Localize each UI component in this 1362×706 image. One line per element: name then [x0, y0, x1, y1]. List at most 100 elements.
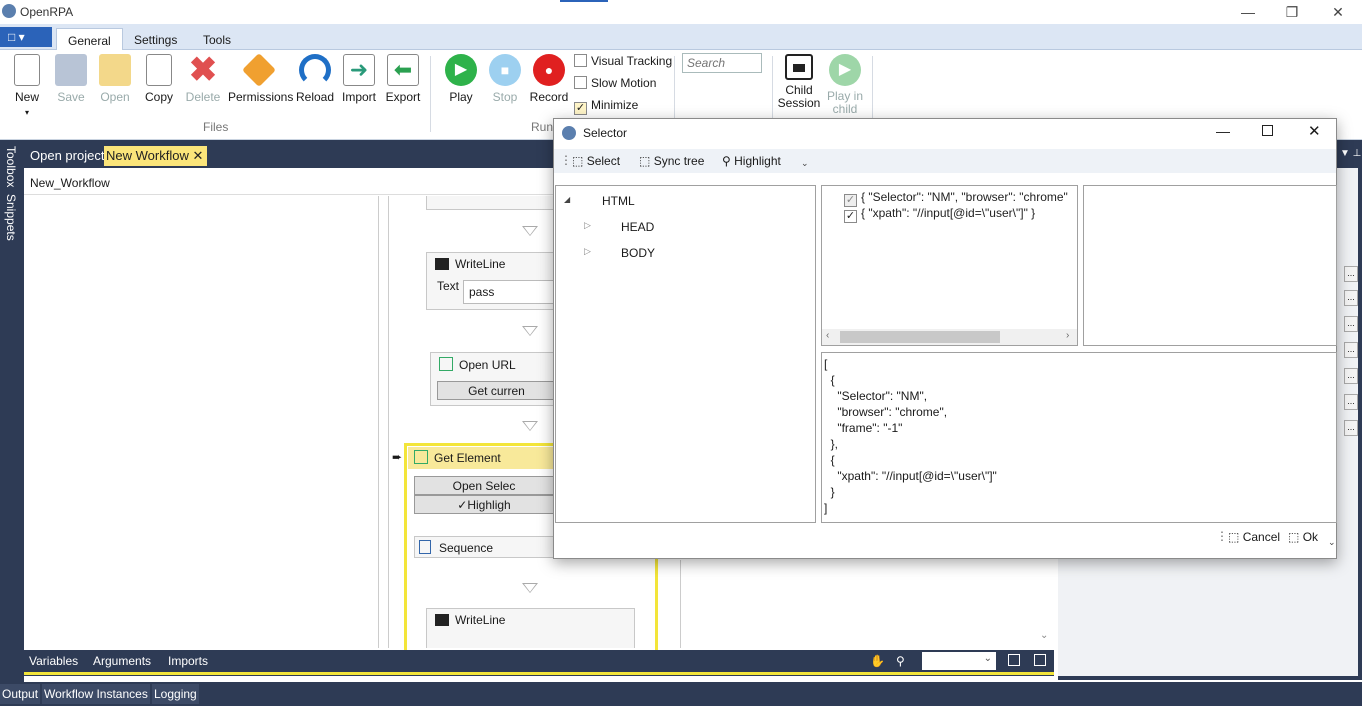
child-session-button[interactable]: Child Session [776, 54, 822, 110]
minimize-icon[interactable]: — [1226, 2, 1270, 22]
property-ellipsis-button[interactable]: ... [1344, 316, 1358, 332]
copy-button[interactable]: Copy [136, 54, 182, 104]
snippets-tab[interactable]: Snippets [4, 194, 18, 241]
export-button[interactable]: ⬅ Export [380, 54, 426, 104]
play-button[interactable]: ▶ Play [438, 54, 484, 104]
copy-icon [146, 54, 172, 86]
group-files-label: Files [203, 120, 229, 134]
ok-button[interactable]: ⬚ Ok [1288, 530, 1318, 544]
close-tab-icon[interactable]: ✕ [192, 148, 203, 163]
new-button[interactable]: New ▾ [4, 54, 50, 118]
zoom-icon[interactable]: ⚲ [896, 654, 905, 668]
stop-button[interactable]: ■ Stop [482, 54, 528, 104]
highlight-button[interactable]: ⚲ Highlight [722, 154, 781, 168]
minimize-checkbox[interactable]: ✓ Minimize [574, 98, 638, 115]
play-child-icon: ▶ [829, 54, 861, 86]
tree-collapsed-icon[interactable]: ▷ [584, 220, 591, 231]
property-ellipsis-button[interactable]: ... [1344, 342, 1358, 358]
select-button[interactable]: ⬚ Select [572, 154, 620, 168]
canvas-guide-line [680, 560, 681, 648]
scroll-left-icon[interactable]: ‹ [826, 330, 829, 341]
pan-hand-icon[interactable]: ✋ [870, 654, 885, 668]
selector-json-text: [ { "Selector": "NM", "browser": "chrome… [824, 357, 997, 515]
dialog-close-icon[interactable]: ✕ [1308, 122, 1321, 140]
sequence-activity[interactable]: Sequence [414, 536, 554, 558]
group-run-label: Run [531, 120, 554, 134]
fit-to-screen-icon[interactable] [1008, 654, 1020, 666]
property-ellipsis-button[interactable]: ... [1344, 420, 1358, 436]
variables-tab[interactable]: Variables [29, 654, 78, 668]
search-input[interactable] [682, 53, 762, 73]
scroll-right-icon[interactable]: › [1066, 330, 1069, 341]
toolbox-tab[interactable]: Toolbox [4, 146, 18, 187]
app-menu-button[interactable]: □ ▾ [0, 27, 52, 47]
cancel-button[interactable]: ⬚ Cancel [1228, 530, 1280, 544]
play-in-child-button[interactable]: ▶ Play in child [822, 54, 868, 116]
scrollbar-thumb[interactable] [840, 331, 1000, 343]
tree-expanded-icon[interactable]: ◢ [564, 195, 570, 204]
property-ellipsis-button[interactable]: ... [1344, 290, 1358, 306]
checkmark-icon: ✓ [457, 498, 468, 512]
import-icon: ➜ [343, 54, 375, 86]
scroll-down-icon[interactable]: ⌄ [1040, 630, 1048, 641]
writeline-text-input[interactable]: pass [463, 280, 556, 304]
selector-json-editor[interactable]: [ { "Selector": "NM", "browser": "chrome… [821, 352, 1337, 523]
ok-cursor-icon: ⬚ [1288, 530, 1300, 544]
reload-button[interactable]: Reload [292, 54, 338, 104]
writeline-activity-2[interactable]: WriteLine [426, 608, 635, 648]
delete-button[interactable]: ✖ Delete [180, 53, 226, 104]
tab-tools[interactable]: Tools [192, 28, 242, 50]
selector-item[interactable]: ✓{ "xpath": "//input[@id=\"user\"]" } [844, 206, 1035, 223]
save-icon [55, 54, 87, 86]
slow-motion-checkbox[interactable]: Slow Motion [574, 76, 656, 90]
workflow-instances-tab[interactable]: Workflow Instances [42, 684, 150, 704]
close-icon[interactable]: ✕ [1316, 2, 1360, 22]
breakpoint-arrow-icon: ➨ [392, 450, 403, 464]
get-element-header[interactable]: Get Element [408, 447, 554, 469]
visual-tracking-checkbox[interactable]: Visual Tracking [574, 54, 672, 68]
writeline-icon [435, 614, 449, 626]
save-button[interactable]: Save [48, 54, 94, 104]
imports-tab[interactable]: Imports [168, 654, 208, 668]
dialog-minimize-icon[interactable]: — [1216, 123, 1230, 139]
tree-node-body[interactable]: BODY [621, 246, 655, 260]
openrpa-logo-icon [2, 4, 16, 18]
output-tab[interactable]: Output [0, 684, 41, 704]
logging-tab[interactable]: Logging [152, 684, 199, 704]
open-button[interactable]: Open [92, 54, 138, 104]
flow-arrow-icon [522, 421, 538, 431]
property-ellipsis-button[interactable]: ... [1344, 266, 1358, 282]
tab-general[interactable]: General [56, 28, 123, 50]
dialog-maximize-icon[interactable] [1262, 125, 1273, 136]
restore-icon[interactable]: ❐ [1270, 2, 1314, 22]
property-ellipsis-button[interactable]: ... [1344, 394, 1358, 410]
activity-previous[interactable] [426, 196, 556, 210]
tree-collapsed-icon[interactable]: ▷ [584, 246, 591, 257]
highlight-button[interactable]: ✓Highligh [414, 495, 554, 514]
toolbar-overflow-icon[interactable]: ⌄ [801, 158, 809, 169]
tab-open-project[interactable]: Open project [28, 146, 106, 166]
checkmark-icon[interactable]: ✓ [844, 210, 857, 223]
sync-tree-button[interactable]: ⬚ Sync tree [639, 154, 704, 168]
horizontal-scrollbar[interactable]: ‹ › [822, 329, 1077, 345]
folder-icon [99, 54, 131, 86]
new-file-icon [14, 54, 40, 86]
footer-overflow-icon[interactable]: ⌄ [1328, 537, 1336, 548]
canvas-guide-line [378, 196, 379, 648]
tab-new-workflow[interactable]: New Workflow ✕ [104, 146, 208, 166]
tree-node-html[interactable]: HTML [602, 194, 635, 208]
overview-map-icon[interactable] [1034, 654, 1046, 666]
pin-icon[interactable]: ▼ ⊥ [1340, 148, 1361, 159]
property-ellipsis-button[interactable]: ... [1344, 368, 1358, 384]
selector-item[interactable]: ✓{ "Selector": "NM", "browser": "chrome" [844, 190, 1068, 207]
tree-node-head[interactable]: HEAD [621, 220, 654, 234]
permissions-button[interactable]: Permissions [228, 53, 293, 104]
zoom-select[interactable]: ⌄ [922, 652, 996, 670]
tab-settings[interactable]: Settings [123, 28, 188, 50]
arguments-tab[interactable]: Arguments [93, 654, 151, 668]
record-button[interactable]: ● Record [526, 54, 572, 104]
import-button[interactable]: ➜ Import [336, 54, 382, 104]
open-selector-button[interactable]: Open Selec [414, 476, 554, 495]
select-cursor-icon: ⬚ [572, 154, 584, 168]
get-current-button[interactable]: Get curren [437, 381, 556, 400]
